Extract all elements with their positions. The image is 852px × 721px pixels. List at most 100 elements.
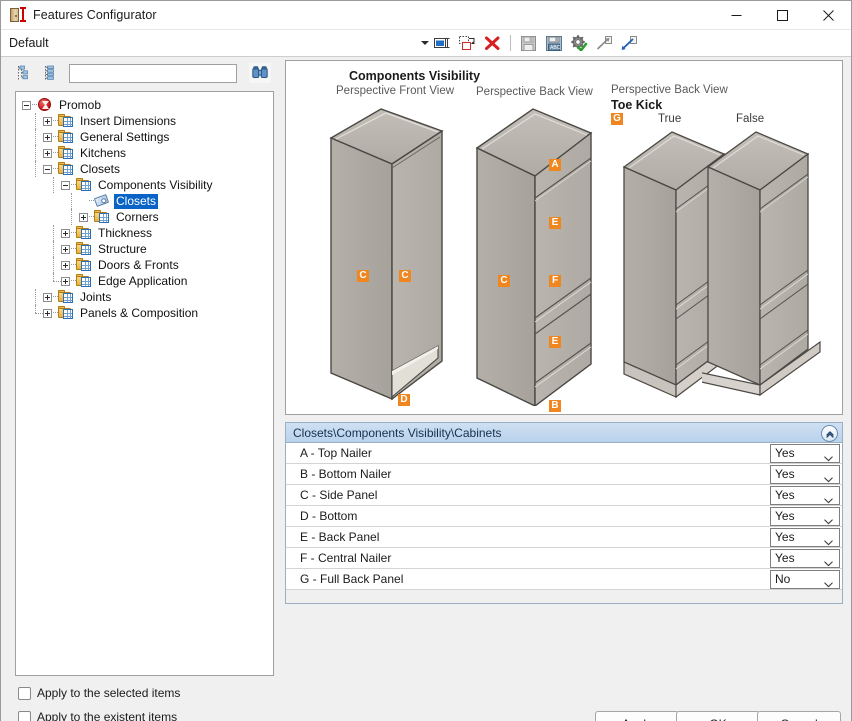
title-bar: Features Configurator (1, 1, 851, 30)
tree-expander[interactable] (43, 148, 52, 158)
tree-expander[interactable] (61, 276, 70, 286)
tree-item-structure[interactable]: Structure (20, 241, 273, 257)
tree-expander[interactable] (43, 116, 52, 126)
tree-item-label: Doors & Fronts (98, 257, 179, 272)
folder-grid-icon (76, 258, 93, 272)
close-icon[interactable] (805, 1, 851, 29)
property-value: Yes (775, 467, 795, 481)
folder-grid-icon (58, 306, 75, 320)
property-value: No (775, 572, 791, 586)
delete-icon[interactable] (483, 34, 501, 52)
property-value-dropdown[interactable]: Yes (770, 464, 840, 486)
ok-button[interactable]: OK (676, 711, 760, 721)
tree-expander[interactable] (43, 308, 52, 318)
tag-icon (93, 194, 111, 208)
chevron-down-icon[interactable] (421, 41, 429, 45)
dialog-footer: Apply to the selected items Apply to the… (1, 676, 851, 721)
tree-item-promob[interactable]: Promob (20, 97, 273, 113)
rename-icon[interactable] (433, 34, 451, 52)
tree-item-joints[interactable]: Joints (20, 289, 273, 305)
minimize-icon[interactable] (713, 1, 759, 29)
tree-expander[interactable] (61, 228, 70, 238)
property-value-dropdown[interactable]: Yes (770, 443, 840, 463)
table-row[interactable]: D - Bottom Yes (286, 506, 842, 527)
apply-selected-checkbox-row[interactable]: Apply to the selected items (18, 686, 180, 700)
apply-selected-label: Apply to the selected items (37, 686, 181, 700)
apply-button[interactable]: Apply (595, 711, 679, 721)
badge-c-left: C (357, 270, 369, 282)
tree-expander[interactable] (79, 212, 88, 222)
tree-item-insert-dimensions[interactable]: Insert Dimensions (20, 113, 273, 129)
tree-expander[interactable] (22, 100, 31, 110)
property-value-dropdown[interactable]: No (770, 569, 840, 589)
duplicate-icon[interactable] (458, 34, 476, 52)
table-row[interactable]: C - Side Panel Yes (286, 485, 842, 506)
badge-a: A (549, 159, 561, 171)
tree-item-panels-and-composition[interactable]: Panels & Composition (20, 305, 273, 321)
feature-tree[interactable]: Promob Insert Dimensions General Setting… (15, 91, 274, 676)
property-value-dropdown[interactable]: Yes (770, 485, 840, 505)
apply-existent-label: Apply to the existent items (37, 710, 178, 721)
collapse-all-icon[interactable] (15, 63, 35, 83)
tree-expander[interactable] (43, 132, 52, 142)
property-value: Yes (775, 551, 795, 565)
tree-item-thickness[interactable]: Thickness (20, 225, 273, 241)
badge-e-upper: E (549, 217, 561, 229)
chevron-up-circle-icon[interactable] (821, 425, 838, 442)
tree-item-label: Structure (98, 241, 147, 256)
tree-expander[interactable] (61, 260, 70, 270)
tree-expander[interactable] (43, 292, 52, 302)
badge-d: D (398, 394, 410, 406)
tree-item-doors-and-fronts[interactable]: Doors & Fronts (20, 257, 273, 273)
chevron-down-icon (824, 472, 833, 486)
apply-existent-checkbox[interactable] (18, 710, 31, 721)
save-as-icon[interactable]: ABC (545, 34, 563, 52)
tree-expander[interactable] (43, 164, 52, 174)
find-icon[interactable] (249, 63, 271, 83)
folder-grid-icon (76, 178, 93, 192)
tree-item-label: General Settings (80, 129, 170, 144)
tree-item-general-settings[interactable]: General Settings (20, 129, 273, 145)
tree-item-components-visibility[interactable]: Components Visibility (20, 177, 273, 193)
export-icon[interactable] (620, 34, 638, 52)
breadcrumb: Closets\Components Visibility\Cabinets (293, 425, 502, 440)
properties-filler (286, 590, 842, 603)
cancel-button[interactable]: Cancel (757, 711, 841, 721)
tree-expander[interactable] (61, 180, 70, 190)
property-label: D - Bottom (300, 509, 358, 523)
apply-existent-checkbox-row[interactable]: Apply to the existent items (18, 710, 177, 721)
expand-all-icon[interactable] (41, 63, 61, 83)
table-row[interactable]: B - Bottom Nailer Yes (286, 464, 842, 485)
property-label: C - Side Panel (300, 488, 378, 502)
import-icon[interactable] (595, 34, 613, 52)
property-value-dropdown[interactable]: Yes (770, 527, 840, 547)
property-value-dropdown[interactable]: Yes (770, 548, 840, 568)
property-value-dropdown[interactable]: Yes (770, 506, 840, 528)
table-row[interactable]: F - Central Nailer Yes (286, 548, 842, 569)
table-row[interactable]: A - Top Nailer Yes (286, 443, 842, 464)
save-icon[interactable] (520, 34, 538, 52)
profile-combobox-value[interactable]: Default (9, 36, 49, 50)
tree-item-edge-application[interactable]: Edge Application (20, 273, 273, 289)
table-row[interactable]: E - Back Panel Yes (286, 527, 842, 548)
tree-item-label: Promob (59, 97, 102, 112)
tree-item-closets-leaf[interactable]: Closets (20, 193, 273, 209)
tree-item-kitchens[interactable]: Kitchens (20, 145, 273, 161)
tree-item-corners[interactable]: Corners (20, 209, 273, 225)
tree-item-label: Thickness (98, 225, 153, 240)
search-input[interactable] (69, 63, 237, 83)
table-row[interactable]: G - Full Back Panel No (286, 569, 842, 590)
property-value: Yes (775, 446, 795, 460)
view3-false-label: False (736, 113, 765, 125)
window-title: Features Configurator (33, 8, 157, 22)
tree-expander[interactable] (61, 244, 70, 254)
settings-apply-icon[interactable] (570, 34, 588, 52)
cabinet-front-view (329, 108, 444, 401)
preview-viewport[interactable]: Components Visibility Perspective Front … (285, 60, 843, 415)
tree-item-closets[interactable]: Closets (20, 161, 273, 177)
maximize-icon[interactable] (759, 1, 805, 29)
chevron-down-icon (824, 514, 833, 528)
badge-b: B (549, 400, 561, 412)
content-panel: Components Visibility Perspective Front … (277, 57, 851, 676)
apply-selected-checkbox[interactable] (18, 686, 31, 700)
